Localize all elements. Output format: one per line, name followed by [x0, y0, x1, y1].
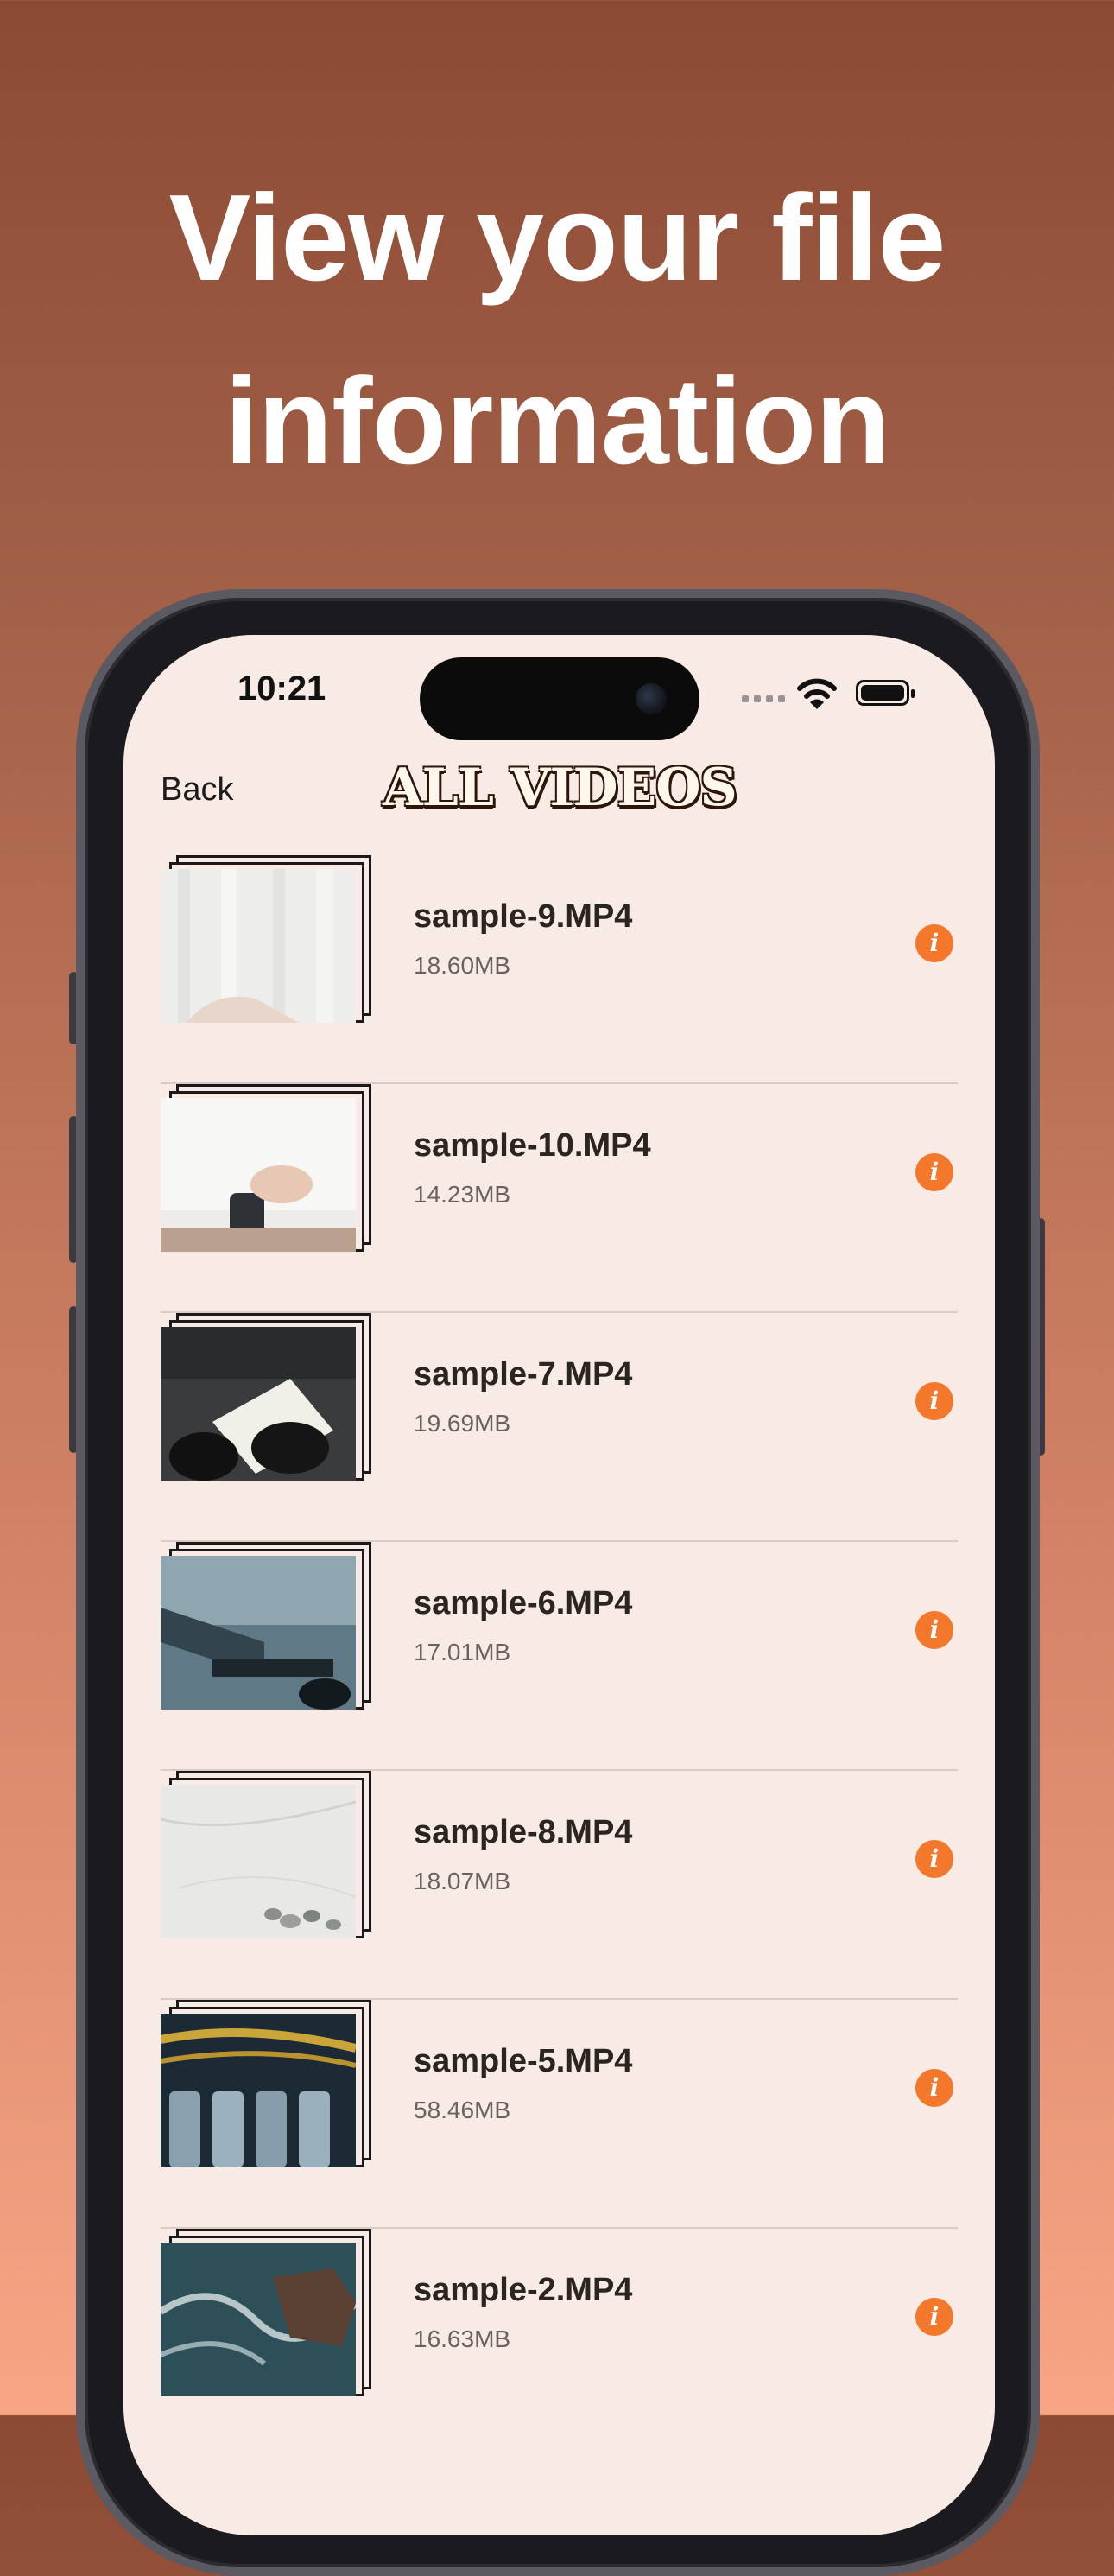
video-name: sample-2.MP4: [414, 2272, 633, 2308]
wifi-icon: [797, 678, 837, 709]
thumbnail-image: [161, 1098, 356, 1252]
phone-screen: 10:21 Back ALL VIDEOS sample-9.MP4 18.60…: [123, 635, 995, 2535]
video-row[interactable]: sample-8.MP4 18.07MB i: [123, 1771, 995, 2000]
video-size: 16.63MB: [414, 2325, 511, 2352]
video-size: 19.69MB: [414, 1410, 511, 1437]
back-button[interactable]: Back: [161, 771, 233, 809]
video-thumbnail: [161, 1542, 373, 1715]
video-thumbnail: [161, 1771, 373, 1944]
dynamic-island: [420, 657, 699, 740]
video-name: sample-6.MP4: [414, 1585, 633, 1621]
info-icon[interactable]: i: [915, 1611, 953, 1649]
cellular-signal-icon: [742, 695, 785, 702]
info-icon[interactable]: i: [915, 1153, 953, 1191]
video-row[interactable]: sample-10.MP4 14.23MB i: [123, 1084, 995, 1313]
thumbnail-image: [161, 2243, 356, 2396]
video-size: 18.07MB: [414, 1868, 511, 1894]
video-thumbnail: [161, 2229, 373, 2402]
video-size: 58.46MB: [414, 2097, 511, 2123]
info-icon[interactable]: i: [915, 924, 953, 962]
video-thumbnail: [161, 1084, 373, 1257]
video-row[interactable]: sample-9.MP4 18.60MB i: [123, 855, 995, 1084]
video-name: sample-8.MP4: [414, 1814, 633, 1850]
status-time: 10:21: [237, 669, 326, 707]
thumbnail-image: [161, 1556, 356, 1710]
thumbnail-image: [161, 1327, 356, 1481]
video-size: 17.01MB: [414, 1639, 511, 1666]
video-thumbnail: [161, 1313, 373, 1486]
info-icon[interactable]: i: [915, 1840, 953, 1878]
video-size: 14.23MB: [414, 1181, 511, 1208]
thumbnail-image: [161, 2014, 356, 2167]
video-name: sample-9.MP4: [414, 898, 633, 935]
thumbnail-image: [161, 869, 356, 1023]
video-name: sample-10.MP4: [414, 1127, 651, 1164]
headline-line-2: information: [225, 352, 890, 490]
video-thumbnail: [161, 2000, 373, 2173]
video-row[interactable]: sample-2.MP4 16.63MB i: [123, 2229, 995, 2458]
video-size: 18.60MB: [414, 952, 511, 979]
headline: View your file information: [0, 147, 1114, 513]
info-icon[interactable]: i: [915, 1382, 953, 1420]
video-name: sample-5.MP4: [414, 2043, 633, 2079]
video-row[interactable]: sample-5.MP4 58.46MB i: [123, 2000, 995, 2229]
info-icon[interactable]: i: [915, 2298, 953, 2336]
video-thumbnail: [161, 855, 373, 1028]
camera-lens: [636, 683, 667, 714]
thumbnail-image: [161, 1785, 356, 1938]
headline-line-1: View your file: [168, 169, 946, 307]
page-title: ALL VIDEOS: [383, 758, 737, 818]
battery-icon: [856, 680, 915, 706]
video-row[interactable]: sample-6.MP4 17.01MB i: [123, 1542, 995, 1771]
video-name: sample-7.MP4: [414, 1356, 633, 1393]
video-row[interactable]: sample-7.MP4 19.69MB i: [123, 1313, 995, 1542]
video-list: sample-9.MP4 18.60MB i sample-10.MP4 14.…: [123, 855, 995, 2458]
info-icon[interactable]: i: [915, 2069, 953, 2107]
